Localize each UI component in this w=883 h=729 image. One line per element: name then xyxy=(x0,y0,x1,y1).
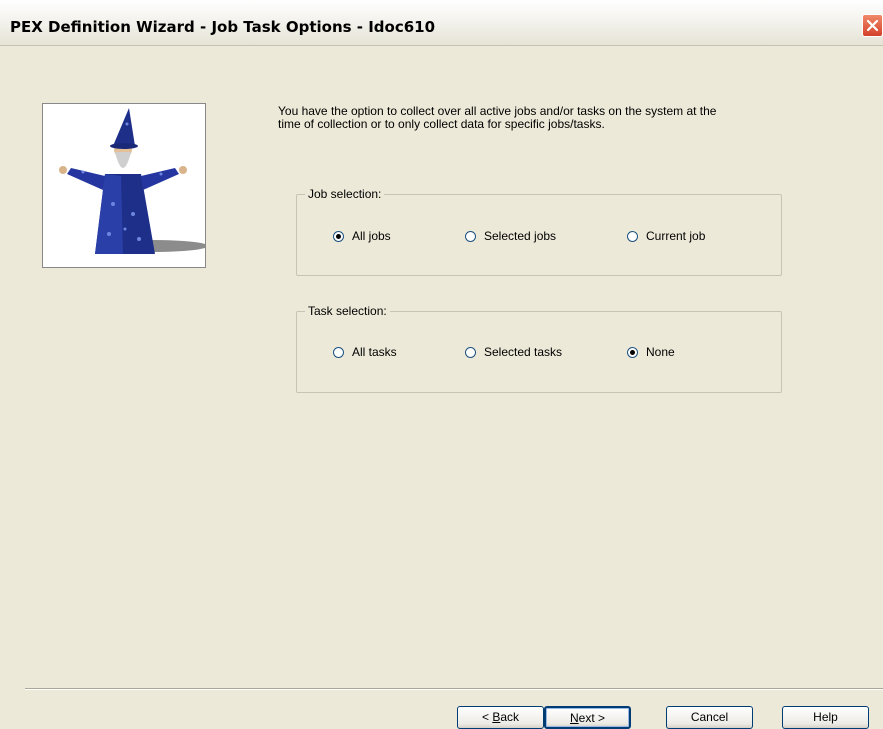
task-selection-group: Task selection: All tasks Selected tasks… xyxy=(296,304,782,393)
intro-text: You have the option to collect over all … xyxy=(278,104,717,131)
help-button-label: Help xyxy=(813,710,838,724)
radio-all-jobs-indicator[interactable] xyxy=(333,230,344,242)
close-icon xyxy=(866,19,879,32)
job-selection-group: Job selection: All jobs Selected jobs Cu… xyxy=(296,187,782,276)
radio-current-job[interactable]: Current job xyxy=(627,229,705,243)
cancel-button-label: Cancel xyxy=(690,710,729,724)
radio-selected-jobs[interactable]: Selected jobs xyxy=(465,229,556,243)
radio-current-job-label: Current job xyxy=(646,229,706,243)
radio-selected-tasks[interactable]: Selected tasks xyxy=(465,345,562,359)
radio-all-jobs[interactable]: All jobs xyxy=(333,229,391,243)
next-button[interactable]: Next > xyxy=(544,706,631,729)
title-bar[interactable]: PEX Definition Wizard - Job Task Options… xyxy=(0,0,883,46)
radio-none-label: None xyxy=(646,345,675,359)
radio-selected-jobs-indicator[interactable] xyxy=(465,230,476,242)
button-separator xyxy=(25,688,883,690)
back-button-prefix: < xyxy=(481,710,493,724)
help-button[interactable]: Help xyxy=(782,706,869,729)
radio-selected-jobs-label: Selected jobs xyxy=(484,229,557,243)
close-button[interactable] xyxy=(862,14,883,37)
back-button-rest: ack xyxy=(500,710,520,724)
radio-none-indicator[interactable] xyxy=(627,346,638,358)
radio-selected-tasks-indicator[interactable] xyxy=(465,346,476,358)
radio-all-tasks-indicator[interactable] xyxy=(333,346,344,358)
cancel-button[interactable]: Cancel xyxy=(666,706,753,729)
back-button[interactable]: < Back xyxy=(457,706,544,729)
window-title: PEX Definition Wizard - Job Task Options… xyxy=(10,18,436,36)
wizard-window: PEX Definition Wizard - Job Task Options… xyxy=(0,0,883,729)
job-selection-legend: Job selection: xyxy=(305,187,385,201)
radio-selected-tasks-label: Selected tasks xyxy=(484,345,563,359)
radio-all-jobs-label: All jobs xyxy=(352,229,391,243)
radio-all-tasks-label: All tasks xyxy=(352,345,397,359)
wizard-illustration xyxy=(42,103,208,268)
radio-all-tasks[interactable]: All tasks xyxy=(333,345,397,359)
wizard-icon xyxy=(59,108,208,254)
radio-current-job-indicator[interactable] xyxy=(627,230,638,242)
task-selection-legend: Task selection: xyxy=(305,304,390,318)
radio-none[interactable]: None xyxy=(627,345,675,359)
